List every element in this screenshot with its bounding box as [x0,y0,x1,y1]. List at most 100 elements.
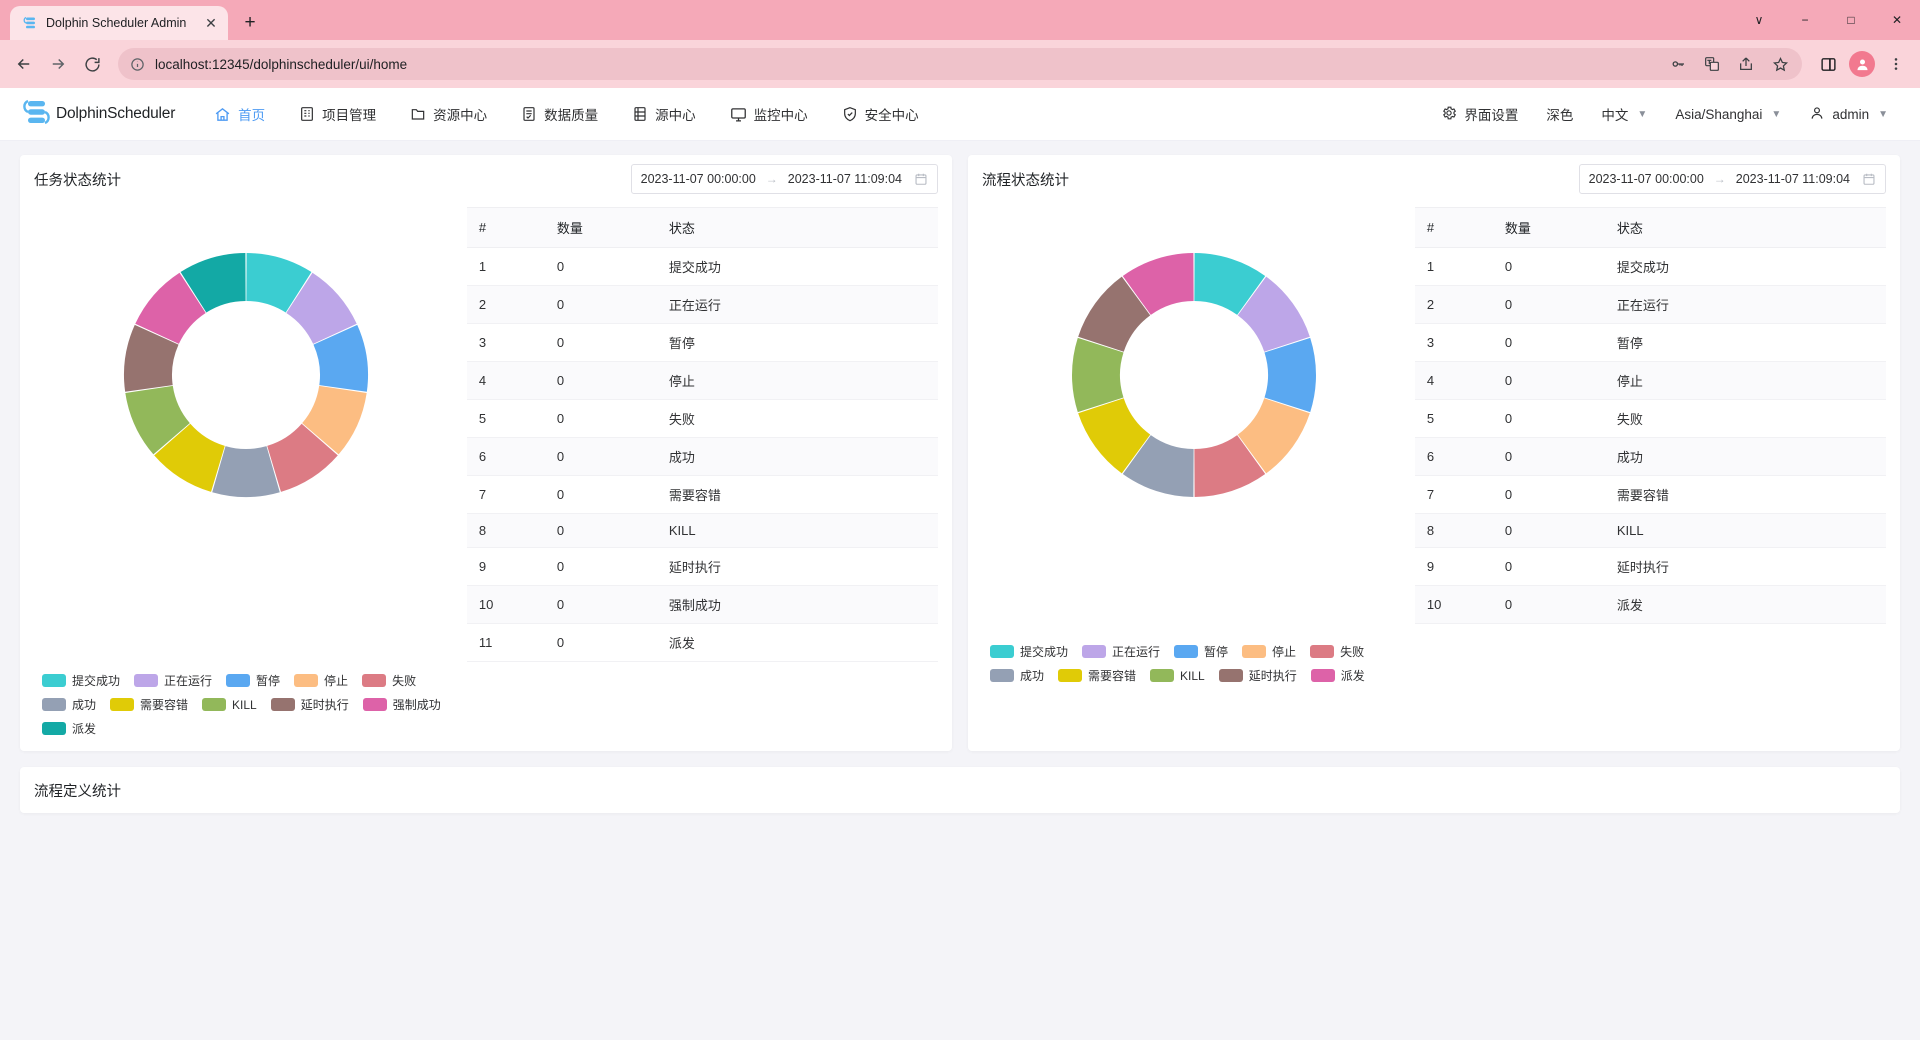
legend-item[interactable]: 停止 [1242,643,1296,660]
table-row[interactable]: 10 0 派发 [1414,585,1886,624]
maximize-icon[interactable]: □ [1828,0,1874,40]
table-row[interactable]: 3 0 暂停 [466,323,938,362]
table-row[interactable]: 5 0 失败 [466,399,938,438]
table-row[interactable]: 2 0 正在运行 [466,285,938,324]
language-select[interactable]: 中文 ▼ [1587,88,1661,141]
address-bar[interactable]: localhost:12345/dolphinscheduler/ui/home [118,48,1802,80]
table-header-row: # 数量 状态 [1414,207,1886,248]
brand-logo[interactable]: DolphinScheduler [18,99,175,129]
legend-item[interactable]: 派发 [1310,667,1365,684]
cell-count: 0 [1492,323,1605,362]
share-icon[interactable] [1730,48,1762,80]
table-row[interactable]: 2 0 正在运行 [1414,285,1886,324]
table-row[interactable]: 8 0 KILL [466,513,938,548]
tab-search-chevron-icon[interactable]: ∨ [1736,0,1782,40]
timezone-select[interactable]: Asia/Shanghai ▼ [1661,88,1795,141]
date-range-start[interactable]: 2023-11-07 00:00:00 [1589,172,1704,186]
legend-item[interactable]: 成功 [990,667,1044,684]
table-row[interactable]: 4 0 停止 [466,361,938,400]
app-header: DolphinScheduler 首页 项目管理 资源中心 数据质量 源中心 监… [0,88,1920,141]
cell-index: 4 [466,361,545,400]
legend-swatch [134,674,159,687]
reload-icon[interactable] [76,48,108,80]
table-row[interactable]: 6 0 成功 [1414,437,1886,476]
calendar-icon[interactable] [914,172,928,186]
table-row[interactable]: 10 0 强制成功 [466,585,938,624]
legend-item[interactable]: 需要容错 [110,696,188,713]
task-donut-chart[interactable] [34,203,459,633]
date-range-end[interactable]: 2023-11-07 11:09:04 [788,172,902,186]
minimize-icon[interactable]: − [1782,0,1828,40]
nav-item-monitor[interactable]: 监控中心 [713,88,825,141]
browser-menu-icon[interactable] [1880,48,1912,80]
legend-item[interactable]: 暂停 [1174,643,1228,660]
date-range-start[interactable]: 2023-11-07 00:00:00 [641,172,756,186]
table-row[interactable]: 6 0 成功 [466,437,938,476]
table-row[interactable]: 11 0 派发 [466,623,938,662]
legend-label: KILL [1180,668,1205,683]
back-icon[interactable] [8,48,40,80]
legend-item[interactable]: KILL [202,696,257,713]
legend-item[interactable]: KILL [1150,667,1205,684]
table-row[interactable]: 7 0 需要容错 [466,475,938,514]
nav-item-home[interactable]: 首页 [197,88,282,141]
translate-icon[interactable] [1696,48,1728,80]
cell-state: 正在运行 [1604,285,1886,324]
legend-item[interactable]: 停止 [294,672,348,689]
date-range-end[interactable]: 2023-11-07 11:09:04 [1736,172,1850,186]
side-panel-icon[interactable] [1812,48,1844,80]
site-info-icon[interactable] [130,57,145,72]
avatar[interactable] [1849,51,1875,77]
cell-index: 1 [1414,247,1493,286]
ui-settings-button[interactable]: 界面设置 [1427,88,1532,141]
process-donut-svg[interactable] [1064,245,1324,505]
calendar-icon[interactable] [1862,172,1876,186]
task-chart-legend: 提交成功 正在运行 暂停 停止 失败成功 需要容错 KILL 延时执行 强制成功派发 [20,662,480,741]
table-row[interactable]: 7 0 需要容错 [1414,475,1886,514]
table-row[interactable]: 9 0 延时执行 [466,547,938,586]
table-row[interactable]: 1 0 提交成功 [466,247,938,286]
legend-item[interactable]: 派发 [42,720,96,737]
table-row[interactable]: 8 0 KILL [1414,513,1886,548]
password-key-icon[interactable] [1662,48,1694,80]
cell-index: 7 [466,475,545,514]
legend-item[interactable]: 提交成功 [42,672,120,689]
theme-toggle[interactable]: 深色 [1532,88,1587,141]
legend-item[interactable]: 失败 [362,672,416,689]
table-row[interactable]: 1 0 提交成功 [1414,247,1886,286]
table-row[interactable]: 9 0 延时执行 [1414,547,1886,586]
user-menu[interactable]: admin ▼ [1795,88,1902,141]
process-donut-chart[interactable] [982,203,1407,633]
browser-tab[interactable]: Dolphin Scheduler Admin ✕ [10,6,228,40]
nav-item-datasource[interactable]: 源中心 [615,88,713,141]
tab-close-icon[interactable]: ✕ [202,14,220,32]
close-window-icon[interactable]: ✕ [1874,0,1920,40]
legend-item[interactable]: 需要容错 [1058,667,1136,684]
new-tab-button[interactable]: + [236,9,264,37]
nav-item-resource[interactable]: 资源中心 [393,88,504,141]
legend-item[interactable]: 延时执行 [1218,667,1297,684]
table-row[interactable]: 5 0 失败 [1414,399,1886,438]
task-date-range-picker[interactable]: 2023-11-07 00:00:00 → 2023-11-07 11:09:0… [630,164,938,194]
table-row[interactable]: 4 0 停止 [1414,361,1886,400]
forward-icon[interactable] [42,48,74,80]
legend-item[interactable]: 提交成功 [990,643,1068,660]
legend-item[interactable]: 延时执行 [270,696,349,713]
nav-item-data-quality[interactable]: 数据质量 [504,88,615,141]
legend-item[interactable]: 暂停 [226,672,280,689]
nav-item-project[interactable]: 项目管理 [282,88,393,141]
legend-item[interactable]: 强制成功 [362,696,441,713]
cell-count: 0 [544,399,657,438]
table-row[interactable]: 3 0 暂停 [1414,323,1886,362]
bookmark-star-icon[interactable] [1764,48,1796,80]
nav-item-security[interactable]: 安全中心 [825,88,936,141]
window-controls: ∨ − □ ✕ [1736,0,1920,40]
legend-item[interactable]: 失败 [1310,643,1364,660]
process-date-range-picker[interactable]: 2023-11-07 00:00:00 → 2023-11-07 11:09:0… [1578,164,1886,194]
legend-item[interactable]: 正在运行 [1082,643,1160,660]
profile-avatar[interactable] [1846,48,1878,80]
task-donut-svg[interactable] [116,245,376,505]
legend-item[interactable]: 正在运行 [134,672,212,689]
legend-item[interactable]: 成功 [42,696,96,713]
nav-label: 数据质量 [544,108,599,123]
